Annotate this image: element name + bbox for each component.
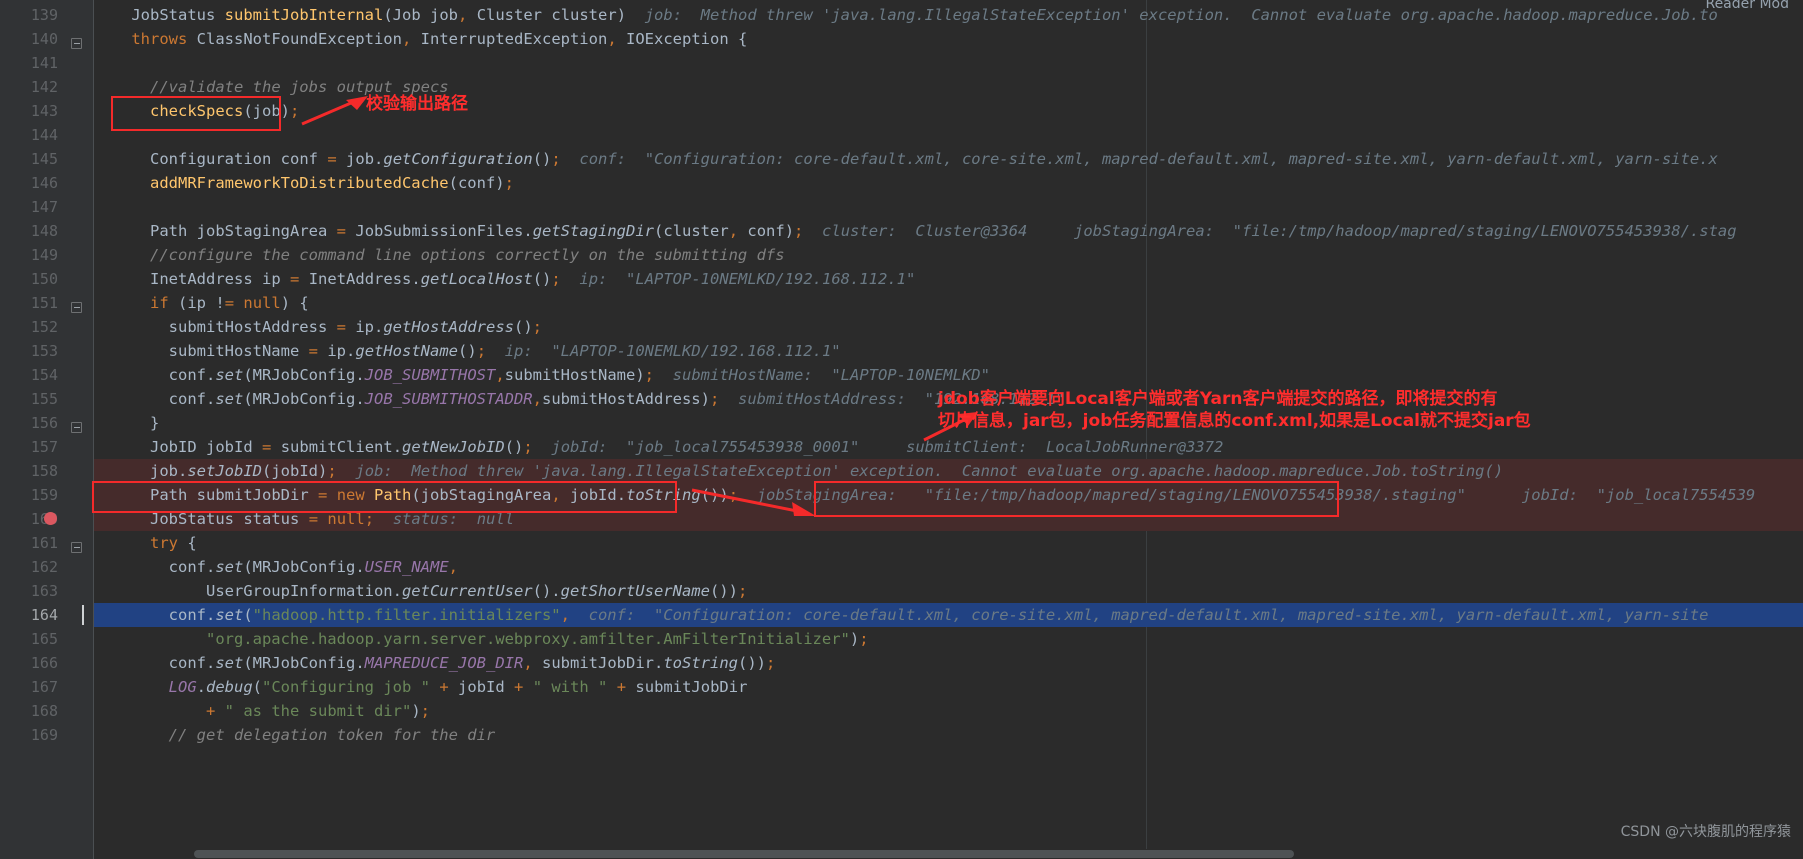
code-line[interactable]: // get delegation token for the dir bbox=[94, 723, 496, 747]
inlay-hint: cluster: Cluster@3364 jobStagingArea: "f… bbox=[803, 222, 1737, 240]
line-number: 143 bbox=[30, 102, 58, 120]
code-line[interactable]: submitHostName = ip.getHostName(); ip: "… bbox=[94, 339, 841, 363]
line-number: 168 bbox=[30, 702, 58, 720]
code-line[interactable]: JobID jobId = submitClient.getNewJobID()… bbox=[94, 435, 1223, 459]
line-number: 144 bbox=[30, 126, 58, 144]
code-line[interactable]: Path submitJobDir = new Path(jobStagingA… bbox=[94, 483, 1755, 507]
annotation-note-checkspecs: 校验输出路径 bbox=[366, 94, 468, 114]
code-line[interactable]: addMRFrameworkToDistributedCache(conf); bbox=[94, 171, 514, 195]
line-number: 159 bbox=[30, 486, 58, 504]
code-line[interactable]: LOG.debug("Configuring job " + jobId + "… bbox=[94, 675, 748, 699]
code-line[interactable]: InetAddress ip = InetAddress.getLocalHos… bbox=[94, 267, 915, 291]
csdn-watermark: CSDN @六块腹肌的程序猿 bbox=[1620, 824, 1791, 840]
line-number: 140 bbox=[30, 30, 58, 48]
text-caret bbox=[82, 605, 84, 625]
line-number: 141 bbox=[30, 54, 58, 72]
inlay-hint: conf: "Configuration: core-default.xml, … bbox=[569, 606, 1709, 624]
line-number: 150 bbox=[30, 270, 58, 288]
code-line[interactable]: Path jobStagingArea = JobSubmissionFiles… bbox=[94, 219, 1737, 243]
inlay-hint: ip: "LAPTOP-10NEMLKD/192.168.112.1" bbox=[486, 342, 841, 360]
line-number: 151 bbox=[30, 294, 58, 312]
code-line[interactable]: checkSpecs(job); bbox=[94, 99, 299, 123]
inlay-hint: submitHostName: "LAPTOP-10NEMLKD" bbox=[654, 366, 990, 384]
breakpoint-marker-160[interactable] bbox=[44, 512, 57, 525]
code-line[interactable]: JobStatus submitJobInternal(Job job, Clu… bbox=[94, 3, 1718, 27]
horizontal-scrollbar-thumb[interactable] bbox=[194, 850, 1294, 858]
line-number: 166 bbox=[30, 654, 58, 672]
line-number: 162 bbox=[30, 558, 58, 576]
code-line[interactable]: try { bbox=[94, 531, 197, 555]
code-line[interactable]: submitHostAddress = ip.getHostAddress(); bbox=[94, 315, 542, 339]
line-number: 165 bbox=[30, 630, 58, 648]
code-line[interactable]: Configuration conf = job.getConfiguratio… bbox=[94, 147, 1718, 171]
code-line[interactable]: conf.set(MRJobConfig.USER_NAME, bbox=[94, 555, 458, 579]
code-editor[interactable]: Reader Mod JobStatus submitJobInternal(J… bbox=[0, 0, 1803, 859]
inlay-hint: jobId: "job_local755453938_0001" submitC… bbox=[532, 438, 1224, 456]
inlay-hint: status: null bbox=[374, 510, 515, 528]
line-number: 156 bbox=[30, 414, 58, 432]
line-number: 161 bbox=[30, 534, 58, 552]
code-line[interactable]: job.setJobID(jobId); job: Method threw '… bbox=[94, 459, 1503, 483]
inlay-hint: conf: "Configuration: core-default.xml, … bbox=[560, 150, 1718, 168]
code-line[interactable]: UserGroupInformation.getCurrentUser().ge… bbox=[94, 579, 747, 603]
reader-mode-label: Reader Mod bbox=[1705, 0, 1789, 12]
annotation-note-submit-path: jdob客户端要向Local客户端或者Yarn客户端提交的路径，即将提交的有 切… bbox=[938, 389, 1531, 431]
fold-marker-151[interactable] bbox=[71, 302, 82, 313]
code-line[interactable]: + " as the submit dir"); bbox=[94, 699, 430, 723]
fold-marker-156[interactable] bbox=[71, 422, 82, 433]
fold-marker-140[interactable] bbox=[71, 38, 82, 49]
line-number: 169 bbox=[30, 726, 58, 744]
code-line[interactable]: if (ip != null) { bbox=[94, 291, 309, 315]
inlay-hint: job: Method threw 'java.lang.IllegalStat… bbox=[626, 6, 1718, 24]
code-line[interactable]: //configure the command line options cor… bbox=[94, 243, 785, 267]
inlay-hint: jobStagingArea: "file:/tmp/hadoop/mapred… bbox=[738, 486, 1756, 504]
code-line[interactable]: conf.set(MRJobConfig.MAPREDUCE_JOB_DIR, … bbox=[94, 651, 776, 675]
code-line[interactable]: JobStatus status = null; status: null bbox=[94, 507, 514, 531]
horizontal-scrollbar-track[interactable] bbox=[94, 849, 1803, 859]
inlay-hint: job: Method threw 'java.lang.IllegalStat… bbox=[336, 462, 1504, 480]
code-line[interactable]: conf.set(MRJobConfig.JOB_SUBMITHOST,subm… bbox=[94, 363, 990, 387]
inlay-hint: ip: "LAPTOP-10NEMLKD/192.168.112.1" bbox=[560, 270, 916, 288]
line-number: 155 bbox=[30, 390, 58, 408]
fold-marker-161[interactable] bbox=[71, 542, 82, 553]
line-number: 153 bbox=[30, 342, 58, 360]
line-number: 164 bbox=[30, 606, 58, 624]
line-number: 139 bbox=[30, 6, 58, 24]
code-line[interactable]: "org.apache.hadoop.yarn.server.webproxy.… bbox=[94, 627, 869, 651]
line-number: 145 bbox=[30, 150, 58, 168]
line-number: 148 bbox=[30, 222, 58, 240]
line-number: 158 bbox=[30, 462, 58, 480]
line-number: 154 bbox=[30, 366, 58, 384]
line-number: 167 bbox=[30, 678, 58, 696]
line-number: 163 bbox=[30, 582, 58, 600]
line-number: 146 bbox=[30, 174, 58, 192]
line-number: 149 bbox=[30, 246, 58, 264]
line-number: 157 bbox=[30, 438, 58, 456]
code-line[interactable]: throws ClassNotFoundException, Interrupt… bbox=[94, 27, 747, 51]
code-line[interactable]: conf.set("hadoop.http.filter.initializer… bbox=[94, 603, 1709, 627]
code-line[interactable]: conf.set(MRJobConfig.JOB_SUBMITHOSTADDR,… bbox=[94, 387, 1065, 411]
line-number: 147 bbox=[30, 198, 58, 216]
line-number: 152 bbox=[30, 318, 58, 336]
line-number: 142 bbox=[30, 78, 58, 96]
code-line[interactable]: } bbox=[94, 411, 159, 435]
